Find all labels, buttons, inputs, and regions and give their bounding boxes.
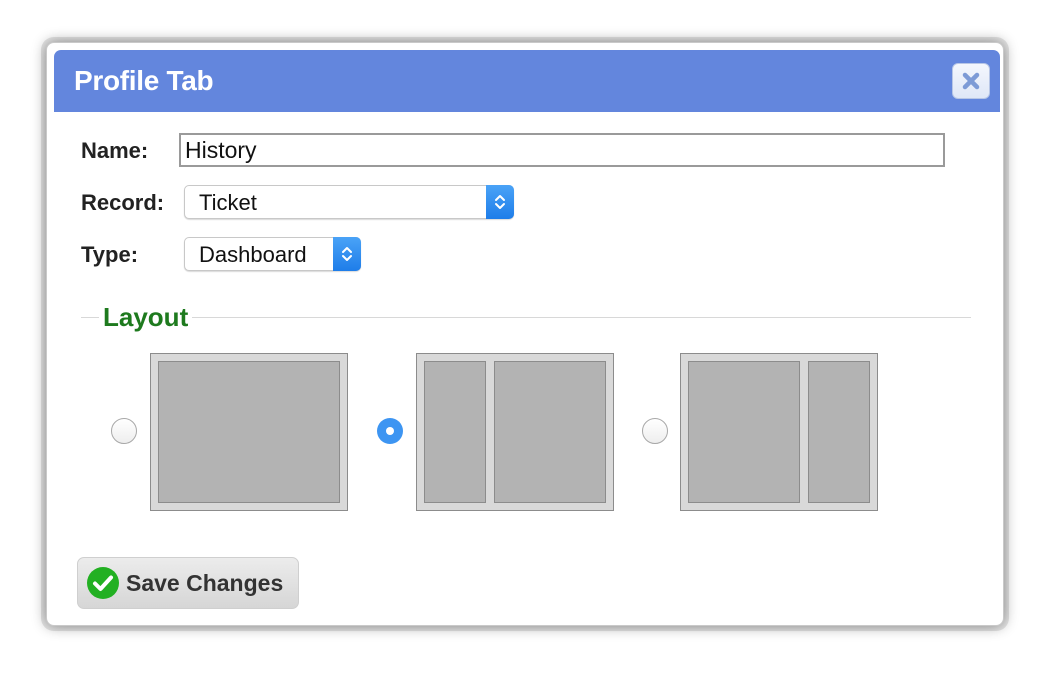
record-row: Record: (81, 185, 164, 221)
type-select[interactable]: Dashboard (184, 237, 361, 271)
dialog-titlebar: Profile Tab (54, 50, 1000, 112)
layout-preview-single[interactable] (150, 353, 348, 511)
type-label: Type: (81, 242, 139, 267)
dialog-title: Profile Tab (74, 65, 214, 96)
layout-preview-wide-narrow[interactable] (680, 353, 878, 511)
name-label: Name: (81, 138, 149, 163)
select-arrows-icon (486, 185, 514, 219)
record-select-value: Ticket (199, 190, 257, 215)
name-field[interactable] (179, 133, 945, 167)
check-circle-icon (87, 567, 119, 599)
profile-tab-dialog: Profile Tab Name: Record: Ticket Type: D… (46, 42, 1004, 626)
close-icon (962, 72, 980, 90)
type-row: Type: (81, 237, 138, 273)
save-changes-label: Save Changes (126, 569, 284, 596)
layout-radio-narrow-wide[interactable] (377, 418, 403, 444)
record-label: Record: (81, 190, 165, 215)
layout-pane (158, 361, 340, 503)
save-changes-button[interactable]: Save Changes (77, 557, 299, 609)
layout-pane-narrow (808, 361, 870, 503)
record-select[interactable]: Ticket (184, 185, 514, 219)
select-arrows-icon (333, 237, 361, 271)
layout-pane-narrow (424, 361, 486, 503)
name-row: Name: (81, 133, 148, 169)
layout-pane-wide (688, 361, 800, 503)
layout-preview-narrow-wide[interactable] (416, 353, 614, 511)
layout-divider (81, 317, 971, 318)
layout-radio-single[interactable] (111, 418, 137, 444)
close-button[interactable] (952, 63, 990, 99)
layout-legend: Layout (99, 302, 193, 333)
layout-pane-wide (494, 361, 606, 503)
layout-radio-wide-narrow[interactable] (642, 418, 668, 444)
type-select-value: Dashboard (199, 242, 307, 267)
